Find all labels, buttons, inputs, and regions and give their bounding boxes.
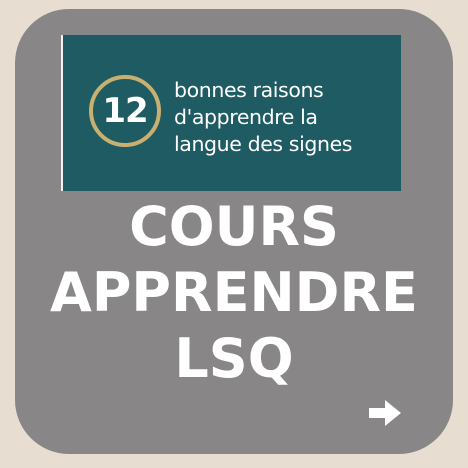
tile-headline: COURS APPRENDRE LSQ	[15, 194, 453, 392]
course-tile[interactable]: 12 bonnes raisons d'apprendre la langue …	[15, 9, 453, 454]
banner-image: 12 bonnes raisons d'apprendre la langue …	[63, 35, 401, 191]
headline-line-1: COURS	[129, 195, 339, 258]
banner-line-3: langue des signes	[174, 132, 353, 156]
number-badge: 12	[89, 75, 161, 147]
headline-line-3: LSQ	[174, 327, 294, 390]
arrow-right-icon[interactable]	[367, 398, 403, 428]
banner-line-1: bonnes raisons	[174, 78, 324, 102]
banner-text: bonnes raisons d'apprendre la langue des…	[174, 77, 394, 158]
badge-number: 12	[102, 91, 148, 131]
banner-line-2: d'apprendre la	[174, 105, 318, 129]
headline-line-2: APPRENDRE	[50, 261, 418, 324]
